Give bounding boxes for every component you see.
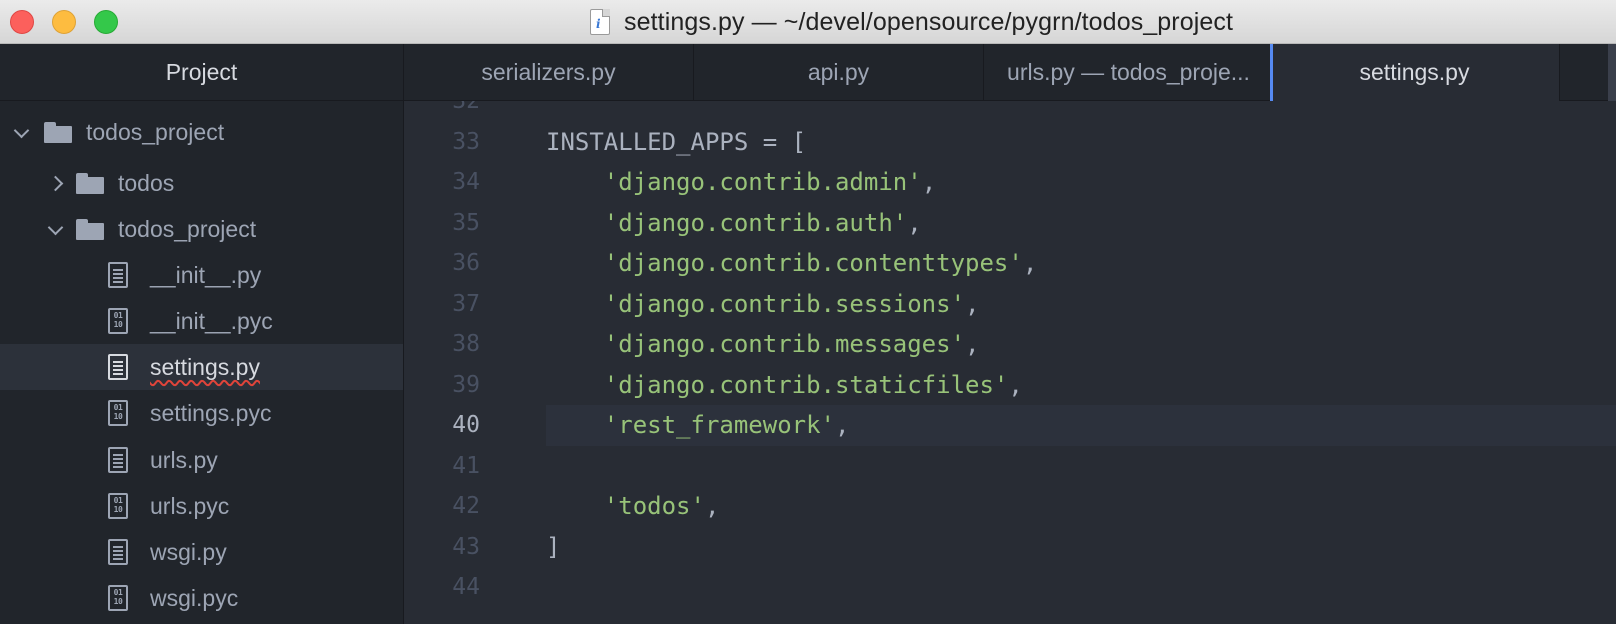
code-line: 41 bbox=[404, 446, 1616, 487]
string-literal: 'todos' bbox=[603, 492, 705, 520]
folder-icon bbox=[76, 218, 104, 240]
tree-file-init-py[interactable]: __init__.py bbox=[0, 252, 403, 298]
line-text: 'django.contrib.admin', bbox=[603, 168, 937, 196]
code-line: 37 'django.contrib.sessions', bbox=[404, 284, 1616, 325]
text-file-icon bbox=[108, 354, 128, 380]
tree-file-urls-pyc[interactable]: 01 10 urls.pyc bbox=[0, 483, 403, 529]
minimize-window-button[interactable] bbox=[52, 10, 76, 34]
line-number: 33 bbox=[452, 128, 480, 155]
code-line: 43 ] bbox=[404, 527, 1616, 568]
code-line: 39 'django.contrib.staticfiles', bbox=[404, 365, 1616, 406]
tree-item-label: __init__.py bbox=[150, 261, 262, 288]
tree-item-label: settings.pyc bbox=[150, 399, 272, 426]
tree-item-label: wsgi.py bbox=[150, 538, 227, 565]
code-line: 36 'django.contrib.contenttypes', bbox=[404, 243, 1616, 284]
line-number: 34 bbox=[452, 169, 480, 195]
tree-item-label: todos_project bbox=[86, 118, 225, 145]
line-text: 'django.contrib.staticfiles', bbox=[603, 370, 1023, 399]
line-number: 35 bbox=[452, 209, 480, 236]
tree-item-label: urls.pyc bbox=[150, 492, 230, 519]
code-line: 35 'django.contrib.auth', bbox=[404, 203, 1616, 244]
string-literal: 'django.contrib.admin' bbox=[603, 168, 922, 196]
line-number: 44 bbox=[452, 574, 480, 600]
tree-item-label: settings.py bbox=[150, 353, 260, 380]
tab-settings-py[interactable]: settings.py bbox=[1270, 44, 1560, 102]
line-text: 'django.contrib.contenttypes', bbox=[603, 249, 1038, 277]
tree-file-wsgi-pyc[interactable]: 01 10 wsgi.pyc bbox=[0, 575, 403, 621]
text-file-icon bbox=[108, 262, 128, 288]
chevron-right-icon[interactable] bbox=[50, 176, 64, 190]
string-literal: 'django.contrib.auth' bbox=[603, 208, 908, 237]
code-line-cursor: 40 'rest_framework', bbox=[404, 405, 1616, 446]
line-number: 36 bbox=[452, 250, 480, 276]
line-text bbox=[546, 567, 1616, 608]
line-text: 'django.contrib.auth', bbox=[603, 208, 922, 237]
string-literal: 'rest_framework' bbox=[603, 411, 835, 439]
tree-item-label: __init__.pyc bbox=[150, 307, 273, 334]
text-file-icon bbox=[108, 447, 128, 473]
tree-folder-todos[interactable]: todos bbox=[0, 160, 403, 206]
string-literal: 'django.contrib.sessions' bbox=[603, 289, 966, 318]
tree-item-label: urls.py bbox=[150, 446, 218, 473]
tab-serializers-py[interactable]: serializers.py bbox=[404, 44, 694, 101]
project-sidebar: Project todos_project todos todos_projec… bbox=[0, 44, 404, 624]
string-literal: 'django.contrib.contenttypes' bbox=[603, 249, 1023, 277]
folder-icon bbox=[44, 121, 72, 143]
line-text: 'django.contrib.sessions', bbox=[603, 289, 980, 318]
code-line: 34 'django.contrib.admin', bbox=[404, 162, 1616, 203]
line-number: 40 bbox=[452, 412, 480, 438]
line-number: 39 bbox=[452, 371, 480, 398]
binary-file-icon: 01 10 bbox=[108, 308, 128, 334]
line-text: 'todos', bbox=[603, 492, 720, 520]
tree-folder-todos-project-root[interactable]: todos_project bbox=[0, 109, 403, 155]
tree-item-label: todos bbox=[118, 169, 175, 196]
binary-file-icon: 01 10 bbox=[108, 585, 128, 611]
code-line: 32 bbox=[404, 101, 1616, 122]
chevron-down-icon[interactable] bbox=[48, 222, 62, 236]
code-line: 42 'todos', bbox=[404, 486, 1616, 527]
line-number: 43 bbox=[452, 533, 480, 560]
title-bar: i settings.py — ~/devel/opensource/pygrn… bbox=[0, 0, 1616, 44]
binary-file-icon: 01 10 bbox=[108, 493, 128, 519]
line-number: 37 bbox=[452, 290, 480, 317]
tree-file-wsgi-py[interactable]: wsgi.py bbox=[0, 529, 403, 575]
tree-item-label: todos_project bbox=[118, 215, 257, 242]
string-literal: 'django.contrib.staticfiles' bbox=[603, 370, 1009, 399]
binary-file-icon: 01 10 bbox=[108, 400, 128, 426]
window-title-text: settings.py — ~/devel/opensource/pygrn/t… bbox=[624, 7, 1234, 36]
line-text bbox=[546, 446, 1616, 487]
line-number: 41 bbox=[452, 452, 480, 479]
tree-file-settings-py[interactable]: settings.py bbox=[0, 344, 403, 390]
window-title: i settings.py — ~/devel/opensource/pygrn… bbox=[590, 0, 1233, 44]
string-literal: 'django.contrib.messages' bbox=[603, 330, 966, 358]
tree-folder-todos-project[interactable]: todos_project bbox=[0, 206, 403, 252]
folder-icon bbox=[76, 172, 104, 194]
zoom-window-button[interactable] bbox=[94, 10, 118, 34]
code-editor[interactable]: 32 33 INSTALLED_APPS = [ 34 'django.cont… bbox=[404, 101, 1616, 624]
tree-file-init-pyc[interactable]: 01 10 __init__.pyc bbox=[0, 298, 403, 344]
line-text: INSTALLED_APPS = [ bbox=[546, 127, 807, 156]
tab-urls-py[interactable]: urls.py — todos_proje... bbox=[984, 44, 1274, 101]
chevron-down-icon[interactable] bbox=[14, 125, 28, 139]
line-text: 'django.contrib.messages', bbox=[603, 330, 980, 358]
sidebar-header: Project bbox=[0, 44, 403, 101]
tree-item-label: wsgi.pyc bbox=[150, 584, 239, 611]
line-text: ] bbox=[546, 532, 561, 561]
code-line: 33 INSTALLED_APPS = [ bbox=[404, 122, 1616, 163]
tree-file-settings-pyc[interactable]: 01 10 settings.pyc bbox=[0, 390, 403, 436]
tab-bar-scrollbar[interactable] bbox=[1608, 44, 1616, 101]
tab-api-py[interactable]: api.py bbox=[694, 44, 984, 101]
tree-file-urls-py[interactable]: urls.py bbox=[0, 437, 403, 483]
code-line: 38 'django.contrib.messages', bbox=[404, 324, 1616, 365]
line-text: 'rest_framework', bbox=[546, 405, 1616, 446]
line-number: 32 bbox=[452, 101, 480, 114]
text-file-icon bbox=[108, 539, 128, 565]
code-line: 44 bbox=[404, 567, 1616, 608]
close-window-button[interactable] bbox=[10, 10, 34, 34]
tab-bar: serializers.py api.py urls.py — todos_pr… bbox=[404, 44, 1616, 102]
line-number: 42 bbox=[452, 493, 480, 519]
line-number: 38 bbox=[452, 331, 480, 357]
python-document-icon: i bbox=[590, 9, 610, 35]
line-text bbox=[546, 101, 1616, 122]
